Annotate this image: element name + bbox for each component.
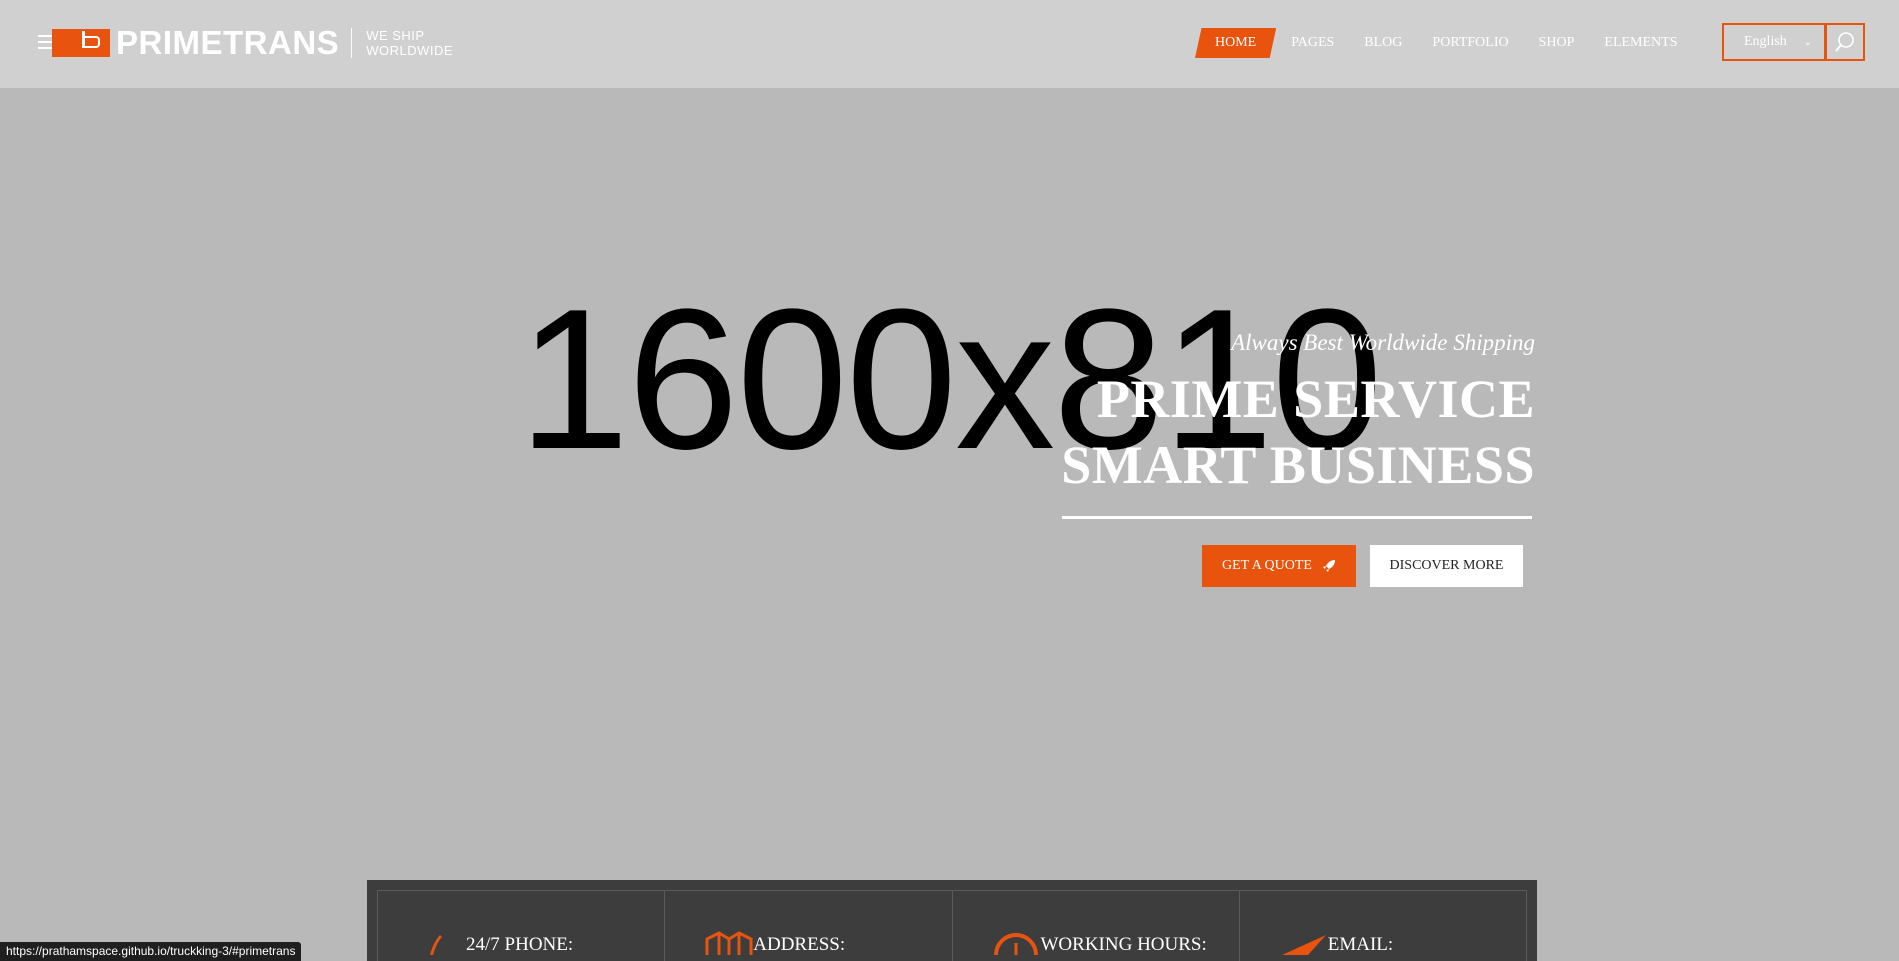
phone-icon	[430, 935, 442, 955]
logo[interactable]: PRIMETRANS WE SHIP WORLDWIDE	[38, 24, 453, 62]
brand-tagline: WE SHIP WORLDWIDE	[366, 28, 453, 58]
info-address-label: ADDRESS:	[753, 934, 846, 955]
info-email: EMAIL:	[1240, 891, 1526, 961]
get-quote-label: GET A QUOTE	[1222, 558, 1312, 573]
info-hours: WORKING HOURS:	[953, 891, 1240, 961]
brand-tagline-line1: WE SHIP	[366, 28, 425, 43]
hero-title-underline	[1062, 516, 1532, 519]
nav-item-home[interactable]: HOME	[1195, 28, 1277, 58]
hero-title-line1: PRIME SERVICE	[1096, 369, 1535, 429]
discover-more-label: DISCOVER MORE	[1389, 558, 1504, 573]
language-value: English	[1744, 34, 1787, 49]
search-button[interactable]	[1825, 23, 1865, 61]
brand-name: PRIMETRANS	[116, 24, 340, 61]
language-select[interactable]: English ⌄	[1722, 23, 1826, 61]
hero-content: Always Best Worldwide Shipping PRIME SER…	[1061, 330, 1535, 519]
search-icon	[1835, 32, 1854, 52]
main-nav: HOME PAGES BLOG PORTFOLIO SHOP ELEMENTS	[1195, 28, 1693, 58]
info-email-label: EMAIL:	[1327, 934, 1394, 955]
status-url: https://prathamspace.github.io/truckking…	[0, 942, 302, 961]
hero-tagline: Always Best Worldwide Shipping	[1231, 330, 1535, 355]
site-header: PRIMETRANS WE SHIP WORLDWIDE HOME PAGES …	[0, 0, 1899, 88]
info-phone: 24/7 PHONE:	[378, 891, 666, 961]
info-phone-label: 24/7 PHONE:	[466, 934, 574, 955]
nav-item-elements[interactable]: ELEMENTS	[1589, 28, 1692, 58]
rocket-icon	[1322, 560, 1335, 572]
nav-item-portfolio[interactable]: PORTFOLIO	[1417, 28, 1523, 58]
contact-info-bar: 24/7 PHONE: ADDRESS: WORKING HOURS: EMAI…	[367, 880, 1537, 961]
info-hours-label: WORKING HOURS:	[1040, 934, 1207, 955]
hero-title-line2: SMART BUSINESS	[1061, 435, 1535, 495]
nav-item-shop[interactable]: SHOP	[1524, 28, 1590, 58]
nav-item-blog[interactable]: BLOG	[1349, 28, 1417, 58]
get-quote-button[interactable]: GET A QUOTE	[1202, 545, 1356, 587]
hero-title: PRIME SERVICE SMART BUSINESS	[1061, 366, 1535, 498]
logo-divider	[351, 28, 353, 58]
info-address: ADDRESS:	[665, 891, 953, 961]
truck-logo-icon	[38, 27, 110, 59]
paper-plane-icon	[1281, 935, 1326, 955]
map-icon	[705, 931, 753, 955]
brand-tagline-line2: WORLDWIDE	[366, 43, 454, 58]
contact-info-grid: 24/7 PHONE: ADDRESS: WORKING HOURS: EMAI…	[377, 890, 1527, 961]
chevron-down-icon: ⌄	[1803, 37, 1812, 48]
discover-more-button[interactable]: DISCOVER MORE	[1370, 545, 1523, 587]
hero-image-placeholder: 1600x810	[518, 268, 1383, 491]
clock-icon	[993, 933, 1038, 955]
nav-item-pages[interactable]: PAGES	[1276, 28, 1349, 58]
